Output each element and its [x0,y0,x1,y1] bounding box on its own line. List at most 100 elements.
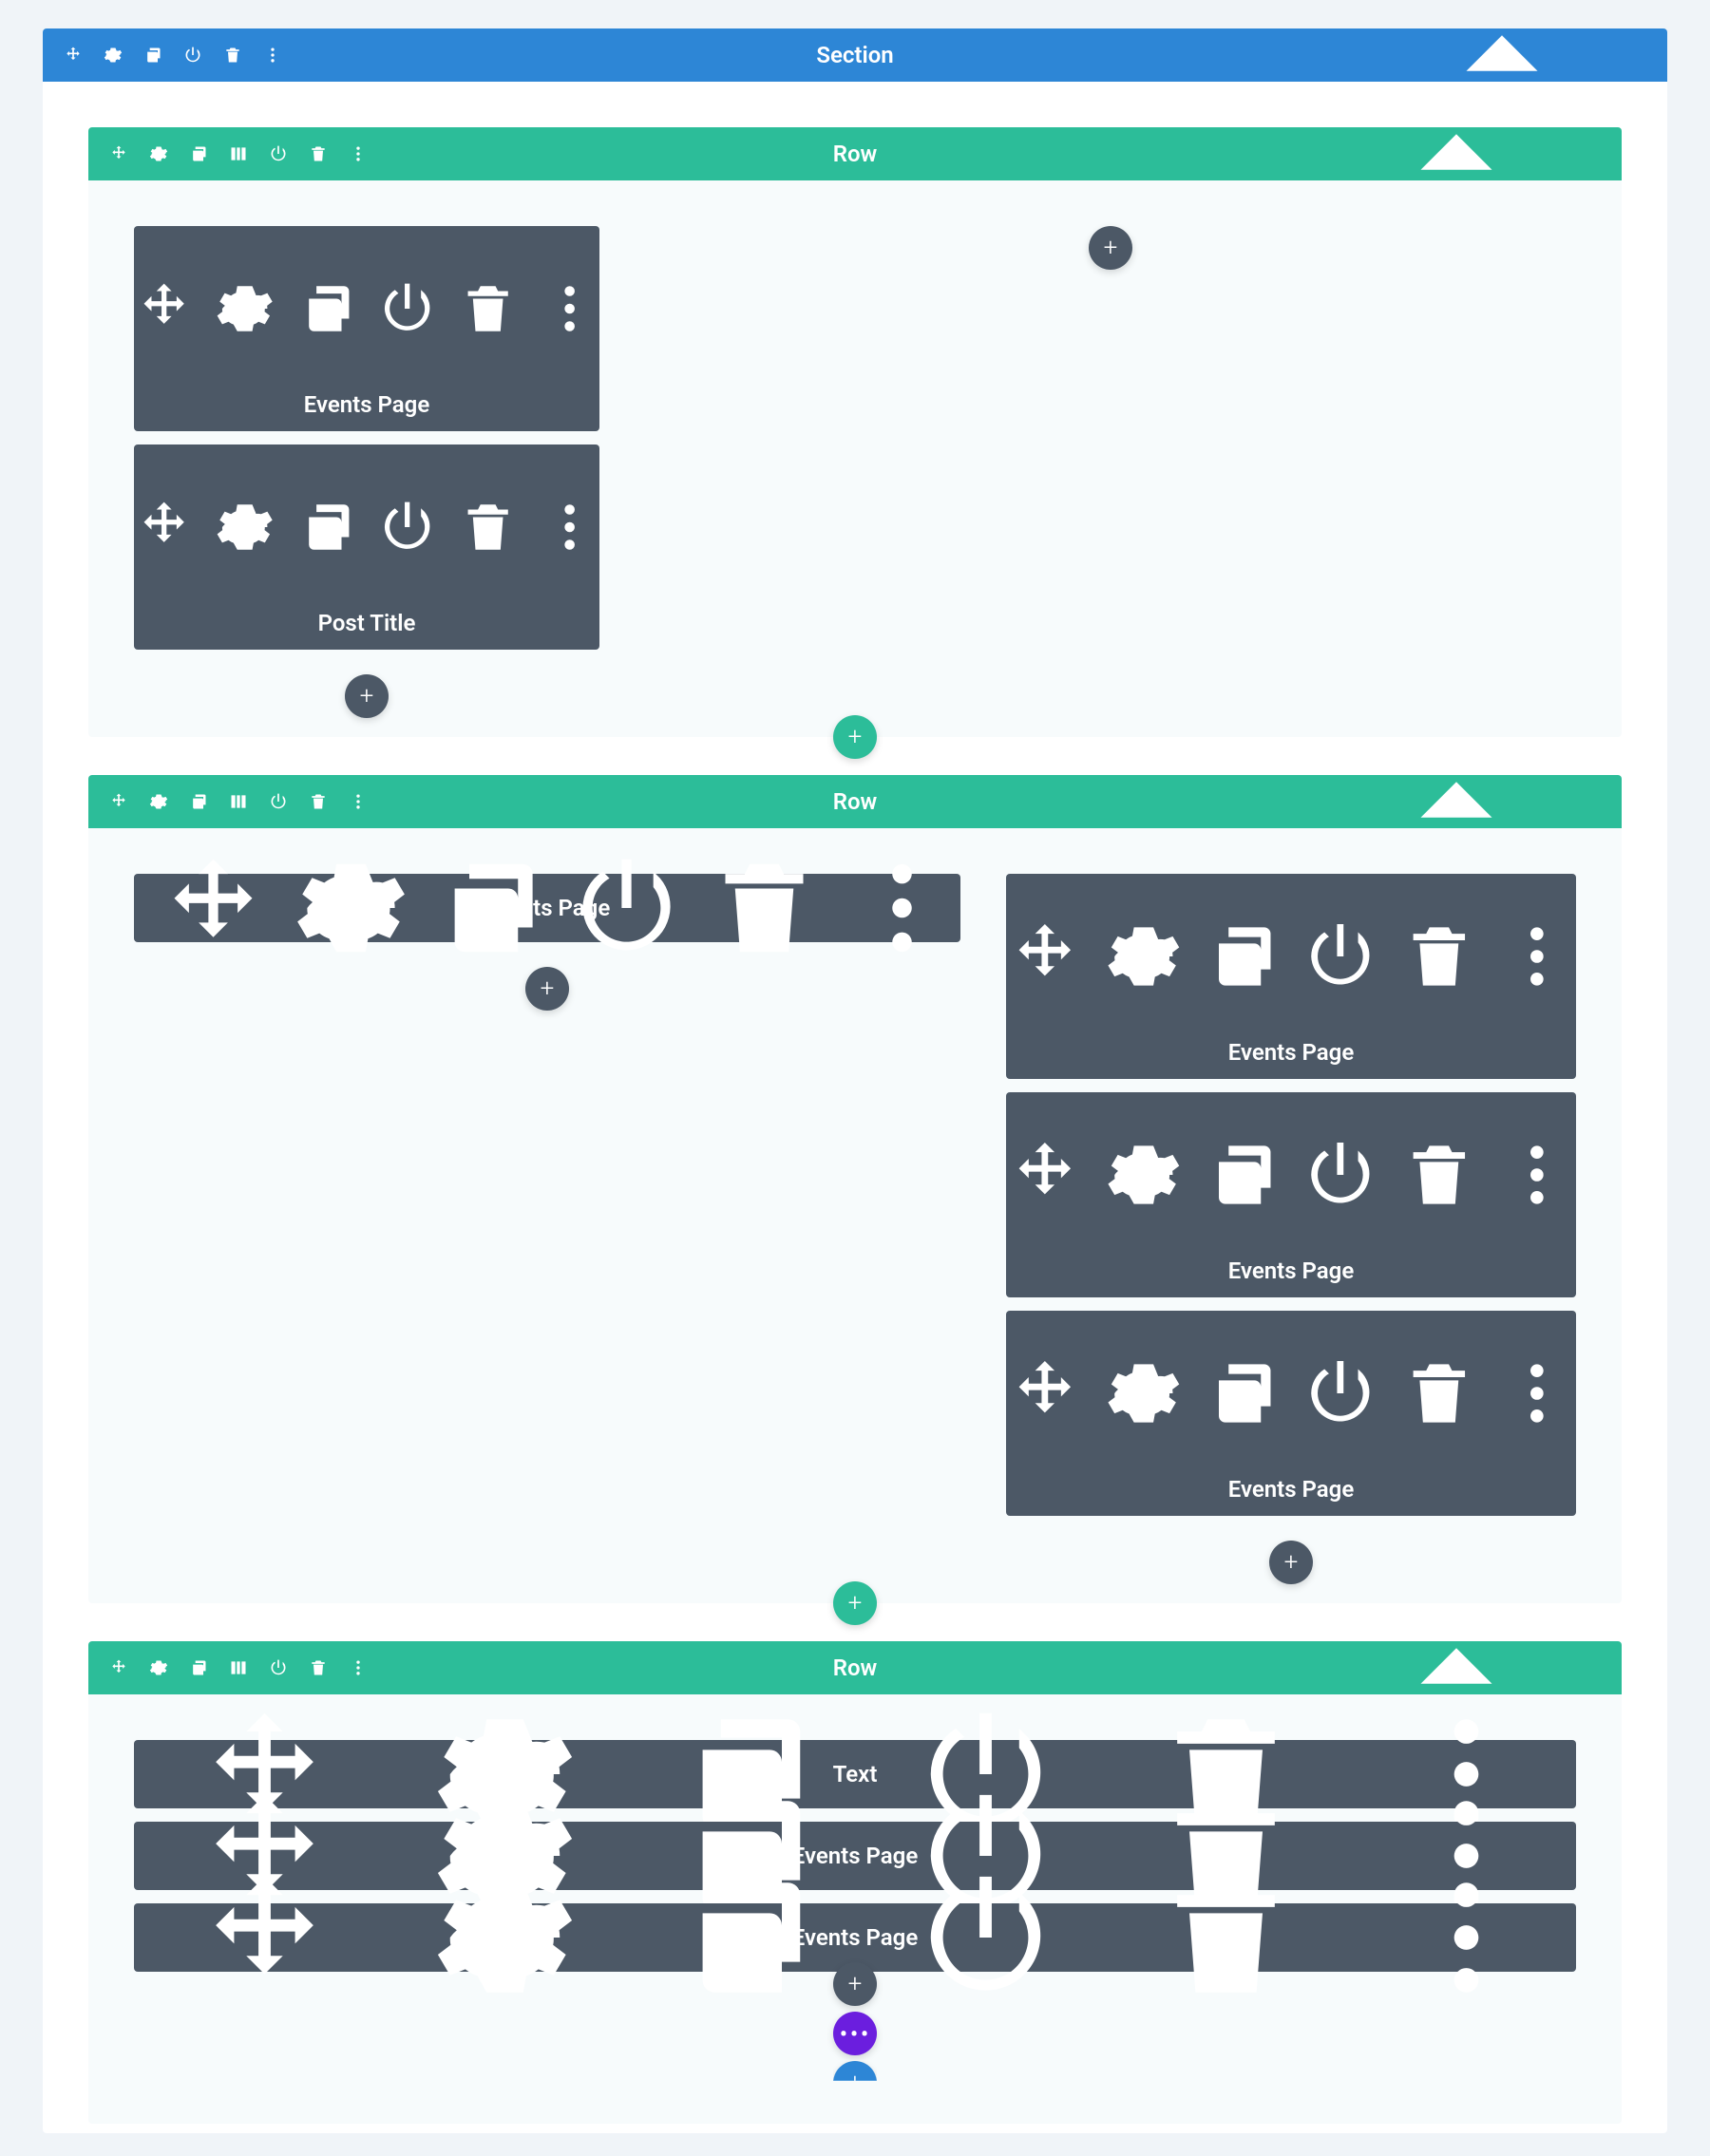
module-toolbar [134,454,599,600]
row-gear-icon[interactable] [149,1658,168,1677]
row-copy-icon[interactable] [189,144,208,163]
module-move-icon[interactable] [1006,1102,1084,1248]
module-more-icon[interactable] [540,236,599,382]
module[interactable]: Events Page [134,226,599,431]
row-trash-icon[interactable] [309,144,328,163]
row-more-icon[interactable] [349,144,368,163]
section-more-icon[interactable] [263,46,282,65]
columns: Events Page Post Title + + [134,226,1576,718]
row-power-icon[interactable] [269,1658,288,1677]
section-title: Section [816,42,893,68]
module-trash-icon[interactable] [1400,1102,1478,1248]
row-title: Row [833,141,878,167]
section-trash-icon[interactable] [223,46,242,65]
module-more-icon[interactable] [1498,1102,1576,1248]
row-body: Events Page + Events Page Events Page Events… [88,828,1622,1603]
column: Events Page Post Title + [134,226,599,718]
row-more-icon[interactable] [349,792,368,811]
module-power-icon[interactable] [377,454,437,600]
row: Row Events Page Post Title + ++ [88,127,1622,737]
section-copy-icon[interactable] [143,46,162,65]
section-gear-icon[interactable] [104,46,123,65]
module-move-icon[interactable] [134,454,194,600]
row-more-icon[interactable] [349,1658,368,1677]
add-row-button[interactable]: + [833,1581,877,1625]
row-gear-icon[interactable] [149,144,168,163]
row-body: Events Page Post Title + + [88,180,1622,737]
row-title: Row [833,1655,878,1681]
module-trash-icon[interactable] [706,835,823,981]
section-toolbar [43,46,282,65]
module[interactable]: Events Page [1006,1311,1576,1516]
row-title: Row [833,788,878,815]
module-more-icon[interactable] [1498,1320,1576,1466]
module-title: Events Page [1006,1258,1576,1284]
module-gear-icon[interactable] [215,236,275,382]
module-gear-icon[interactable] [1105,1102,1183,1248]
module-move-icon[interactable] [134,236,194,382]
module-more-icon[interactable] [540,454,599,600]
module-more-icon[interactable] [844,835,960,981]
section-move-icon[interactable] [64,46,83,65]
module-title: Events Page [134,391,599,418]
row-copy-icon[interactable] [189,1658,208,1677]
module-more-icon[interactable] [1498,883,1576,1030]
module-move-icon[interactable] [1006,1320,1084,1466]
add-module-button[interactable]: + [1269,1541,1313,1584]
module-gear-icon[interactable] [1105,1320,1183,1466]
module-power-icon[interactable] [377,236,437,382]
row-columns-icon[interactable] [229,792,248,811]
add-module-button[interactable]: + [1089,226,1132,270]
column: + [645,226,1576,718]
module-trash-icon[interactable] [1400,1320,1478,1466]
module-title: Post Title [134,610,599,636]
module-copy-icon[interactable] [296,454,356,600]
row-power-icon[interactable] [269,792,288,811]
columns: Events Page + Events Page Events Page Events… [134,874,1576,1584]
module-trash-icon[interactable] [1400,883,1478,1030]
add-row-button[interactable]: + [833,715,877,759]
module-title: Events Page [1006,1476,1576,1503]
module-gear-icon[interactable] [215,454,275,600]
module[interactable]: Events Page [1006,1092,1576,1297]
module[interactable]: Events Page [134,874,960,942]
row-trash-icon[interactable] [309,1658,328,1677]
module[interactable]: Post Title [134,444,599,650]
module-copy-icon[interactable] [296,236,356,382]
row-bar: Row [88,775,1622,828]
more-actions-button[interactable]: ••• [833,2012,877,2055]
row-copy-icon[interactable] [189,792,208,811]
module-toolbar [1006,1102,1576,1248]
row-bar: Row [88,127,1622,180]
row-gear-icon[interactable] [149,792,168,811]
module-trash-icon[interactable] [458,454,518,600]
row-move-icon[interactable] [109,1658,128,1677]
module-toolbar [1006,1320,1576,1466]
module-gear-icon[interactable] [293,835,409,981]
module-copy-icon[interactable] [1203,1320,1281,1466]
module-gear-icon[interactable] [1105,883,1183,1030]
module-power-icon[interactable] [568,835,685,981]
row-trash-icon[interactable] [309,792,328,811]
add-section-button[interactable]: + [833,2061,877,2105]
module-power-icon[interactable] [1302,1102,1379,1248]
row-columns-icon[interactable] [229,1658,248,1677]
module-trash-icon[interactable] [458,236,518,382]
row-columns-icon[interactable] [229,144,248,163]
section-body: Row Events Page Post Title + + + Row Events Pag… [43,82,1667,2133]
row-move-icon[interactable] [109,144,128,163]
module-copy-icon[interactable] [1203,1102,1281,1248]
row-toolbar [88,792,368,811]
add-module-button[interactable]: + [833,1962,877,2006]
module-move-icon[interactable] [1006,883,1084,1030]
row-move-icon[interactable] [109,792,128,811]
module-power-icon[interactable] [1302,1320,1379,1466]
module-copy-icon[interactable] [430,835,547,981]
row-power-icon[interactable] [269,144,288,163]
module-copy-icon[interactable] [1203,883,1281,1030]
add-module-button[interactable]: + [345,674,389,718]
module[interactable]: Events Page [1006,874,1576,1079]
module-power-icon[interactable] [1302,883,1379,1030]
section-power-icon[interactable] [183,46,202,65]
module-move-icon[interactable] [155,835,272,981]
